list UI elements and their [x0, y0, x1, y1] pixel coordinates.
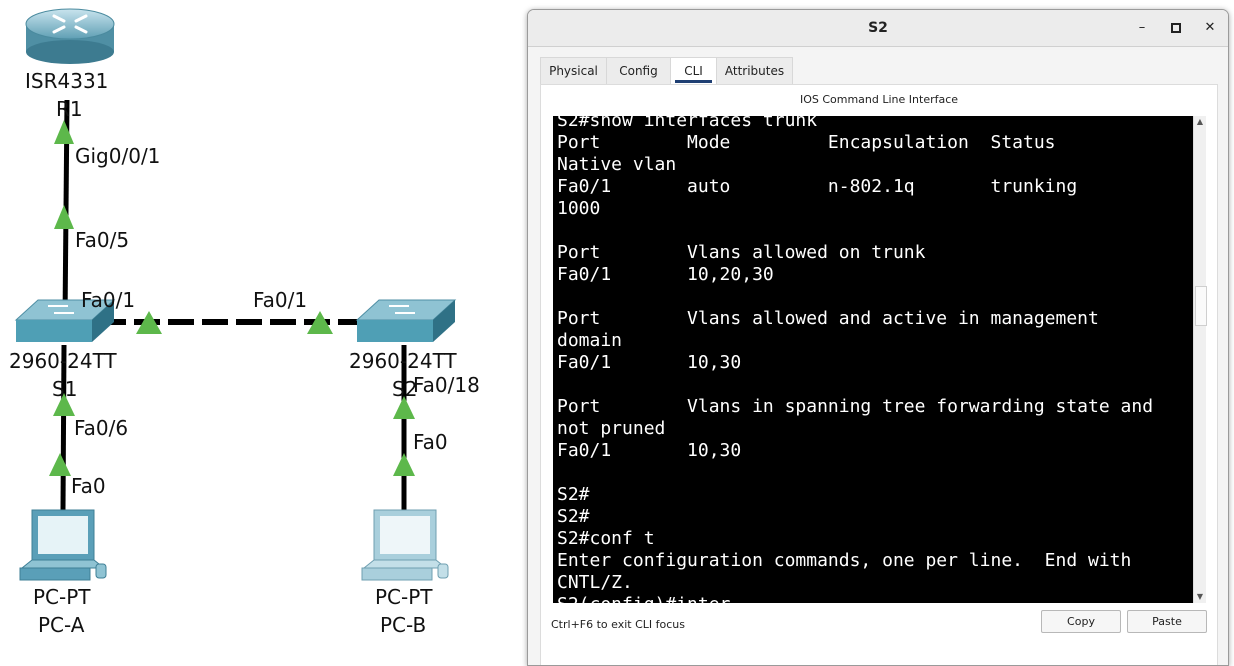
switch2-model-label: 2960-24TT — [349, 349, 457, 373]
cli-panel: IOS Command Line Interface S2#show inter… — [540, 84, 1218, 665]
pc-icon — [361, 509, 449, 581]
device-window[interactable]: S2 – ✕ Physical Config CLI Attributes IO… — [527, 9, 1229, 666]
tab-cli-label: CLI — [684, 64, 703, 78]
tab-cli[interactable]: CLI — [670, 57, 717, 85]
tab-config[interactable]: Config — [606, 57, 671, 84]
copy-button[interactable]: Copy — [1041, 610, 1121, 633]
paste-button[interactable]: Paste — [1127, 610, 1207, 633]
switch1-model-label: 2960-24TT — [9, 349, 117, 373]
maximize-button[interactable] — [1164, 16, 1188, 40]
scroll-up-icon[interactable]: ▲ — [1194, 116, 1206, 128]
pcb-name-label: PC-B — [380, 613, 427, 637]
switch-icon — [355, 299, 457, 342]
cli-focus-hint: Ctrl+F6 to exit CLI focus — [551, 618, 686, 631]
port-label-s1-fa0-1: Fa0/1 — [81, 288, 136, 312]
topology-canvas[interactable]: ISR4331 R1 Gig0/0/1 Fa0/5 Fa0/1 2960-24T… — [0, 0, 527, 658]
pcb-model-label: PC-PT — [375, 585, 433, 609]
terminal-scrollbar[interactable]: ▲ ▼ — [1193, 116, 1207, 603]
maximize-icon — [1171, 23, 1181, 33]
active-tab-indicator — [675, 80, 712, 83]
switch1-name-label: S1 — [52, 377, 78, 401]
port-label-gig0-0-1: Gig0/0/1 — [75, 144, 161, 168]
switch-s2[interactable] — [355, 296, 457, 350]
pca-model-label: PC-PT — [33, 585, 91, 609]
router-icon — [25, 8, 115, 64]
link-status-up-icon — [54, 205, 74, 229]
link-status-up-icon — [54, 120, 74, 144]
scrollbar-thumb[interactable] — [1195, 286, 1207, 326]
link-status-up-icon — [393, 453, 415, 476]
router-r1[interactable] — [24, 4, 116, 74]
pc-b[interactable] — [360, 508, 452, 588]
tab-physical[interactable]: Physical — [540, 57, 607, 84]
close-button[interactable]: ✕ — [1198, 16, 1222, 40]
port-label-fa0-5: Fa0/5 — [75, 228, 130, 252]
port-label-fa0-6: Fa0/6 — [74, 416, 129, 440]
port-label-pcb-fa0: Fa0 — [413, 430, 448, 454]
minimize-button[interactable]: – — [1130, 16, 1154, 40]
window-client: Physical Config CLI Attributes IOS Comma… — [528, 47, 1228, 665]
window-title: S2 — [868, 20, 888, 36]
pca-name-label: PC-A — [38, 613, 85, 637]
cli-terminal[interactable]: S2#show interfaces trunk Port Mode Encap… — [553, 116, 1193, 603]
router-model-label: ISR4331 — [25, 69, 109, 93]
router-name-label: R1 — [56, 97, 83, 121]
pc-a[interactable] — [18, 508, 110, 588]
link-status-up-icon — [49, 453, 71, 476]
pc-icon — [19, 509, 107, 581]
port-label-pca-fa0: Fa0 — [71, 474, 106, 498]
panel-title: IOS Command Line Interface — [799, 93, 959, 106]
window-titlebar[interactable]: S2 – ✕ — [528, 10, 1228, 47]
port-label-s2-fa0-1: Fa0/1 — [253, 288, 308, 312]
port-label-fa0-18: Fa0/18 — [413, 373, 480, 397]
scroll-down-icon[interactable]: ▼ — [1194, 591, 1206, 603]
tab-attributes[interactable]: Attributes — [716, 57, 793, 84]
terminal-output: S2#show interfaces trunk Port Mode Encap… — [557, 116, 1154, 603]
